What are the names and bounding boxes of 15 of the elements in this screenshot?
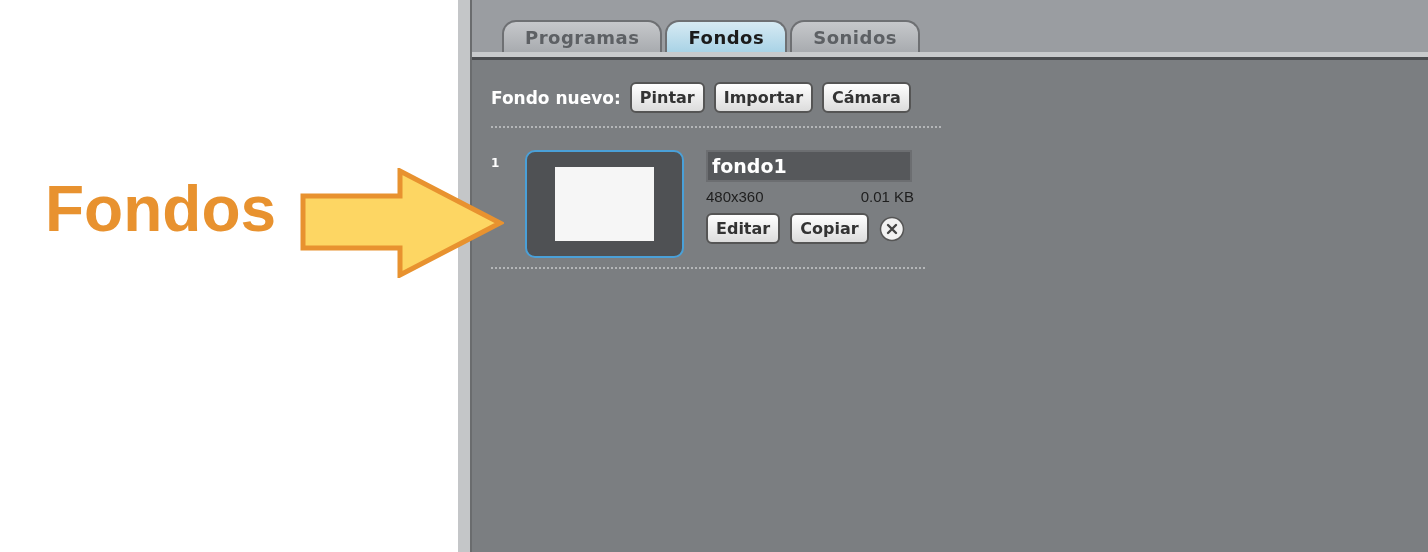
new-background-button[interactable]: Importar [713, 82, 813, 113]
arrow-icon [300, 168, 504, 278]
background-action-button[interactable]: Copiar [790, 213, 869, 244]
new-background-button[interactable]: Cámara [822, 82, 911, 113]
background-number: 1 [491, 156, 501, 172]
new-background-label: Fondo nuevo: [491, 87, 621, 108]
delete-icon[interactable] [878, 215, 905, 242]
image-size: 480x360 [706, 188, 764, 205]
file-size: 0.01 KB [860, 188, 914, 205]
name-field[interactable]: fondo1 [706, 150, 912, 182]
annotation-label: Fondos [45, 172, 277, 246]
new-background-button[interactable]: Pintar [629, 82, 705, 113]
background-action-button[interactable]: Editar [706, 213, 781, 244]
tab[interactable]: Fondos [665, 20, 788, 52]
background-thumbnail[interactable] [525, 150, 684, 258]
